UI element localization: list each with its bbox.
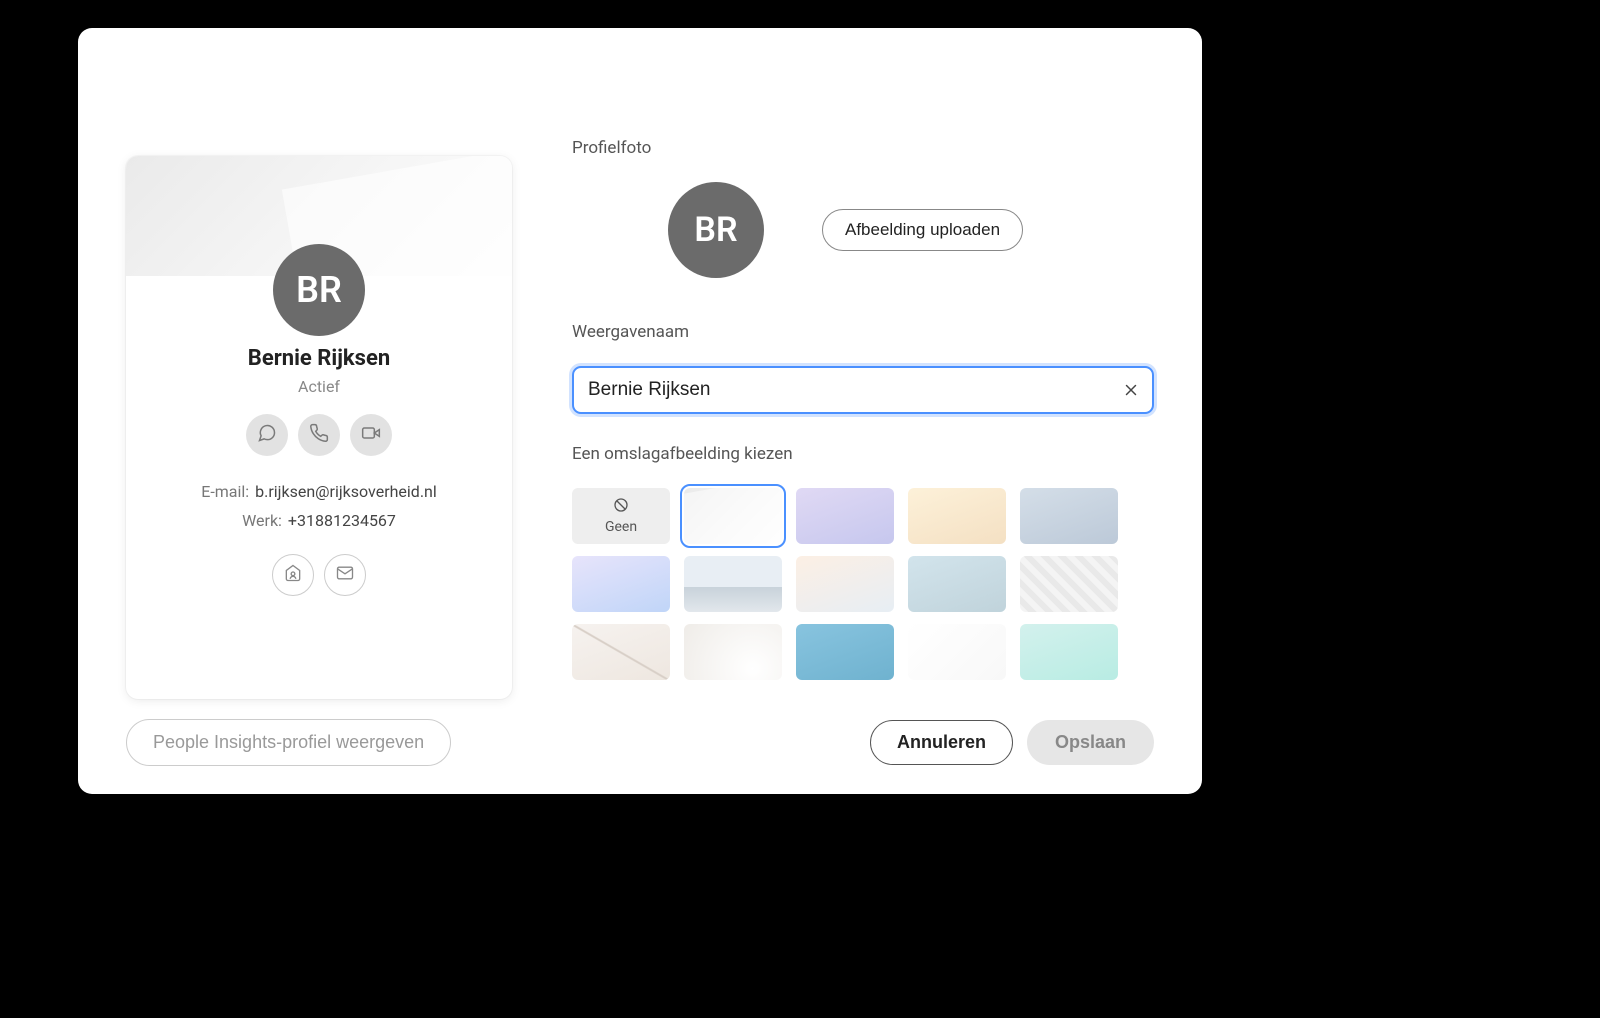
email-label: E-mail: <box>201 478 249 507</box>
clear-input-button[interactable] <box>1122 381 1140 399</box>
people-insights-button[interactable]: People Insights-profiel weergeven <box>126 719 451 766</box>
profile-preview-card: BR Bernie Rijksen Actief <box>126 156 512 699</box>
contact-info: E-mail: b.rijksen@rijksoverheid.nl Werk:… <box>126 478 512 536</box>
email-value: b.rijksen@rijksoverheid.nl <box>255 478 437 507</box>
secondary-actions <box>126 554 512 596</box>
cover-none-label: Geen <box>605 519 637 535</box>
video-icon <box>361 423 381 447</box>
profile-edit-dialog: BR Bernie Rijksen Actief <box>78 28 1202 794</box>
work-label: Werk: <box>242 507 282 536</box>
cover-option-sky[interactable] <box>572 556 670 612</box>
cover-option-sand[interactable] <box>796 556 894 612</box>
dialog-body: BR Bernie Rijksen Actief <box>78 28 1202 699</box>
cover-option-white[interactable] <box>908 624 1006 680</box>
cover-option-lilac[interactable] <box>796 488 894 544</box>
video-button[interactable] <box>350 414 392 456</box>
cover-section-label: Een omslagafbeelding kiezen <box>572 444 1154 464</box>
quick-actions <box>126 414 512 456</box>
call-button[interactable] <box>298 414 340 456</box>
cover-option-dune[interactable] <box>684 624 782 680</box>
save-button[interactable]: Opslaan <box>1027 720 1154 765</box>
no-symbol-icon <box>613 497 629 517</box>
display-name-label: Weergavenaam <box>572 322 1154 342</box>
cancel-button[interactable]: Annuleren <box>870 720 1013 765</box>
cover-option-aerial[interactable] <box>908 556 1006 612</box>
photo-row: BR Afbeelding uploaden <box>572 182 1154 278</box>
dialog-footer: People Insights-profiel weergeven Annule… <box>78 699 1202 794</box>
contact-card-button[interactable] <box>272 554 314 596</box>
cover-grid: Geen <box>572 488 1154 680</box>
profile-photo-label: Profielfoto <box>572 138 1154 158</box>
display-name-field-wrap <box>572 366 1154 414</box>
cover-option-lines[interactable] <box>572 624 670 680</box>
cover-option-default[interactable] <box>684 488 782 544</box>
cover-option-peach[interactable] <box>908 488 1006 544</box>
work-phone-value: +31881234567 <box>288 507 396 536</box>
cover-option-architecture[interactable] <box>1020 556 1118 612</box>
phone-icon <box>309 423 329 447</box>
chat-icon <box>257 423 277 447</box>
user-status: Actief <box>126 377 512 396</box>
edit-panel: Profielfoto BR Afbeelding uploaden Weerg… <box>572 128 1154 699</box>
cover-option-mountain[interactable] <box>684 556 782 612</box>
email-button[interactable] <box>324 554 366 596</box>
close-icon <box>1122 384 1140 403</box>
cover-option-water[interactable] <box>796 624 894 680</box>
chat-button[interactable] <box>246 414 288 456</box>
mail-icon <box>335 563 355 587</box>
avatar-preview: BR <box>668 182 764 278</box>
user-name: Bernie Rijksen <box>126 346 512 371</box>
cover-option-none[interactable]: Geen <box>572 488 670 544</box>
contact-card-icon <box>283 563 303 587</box>
avatar: BR <box>273 244 365 336</box>
cover-option-slate[interactable] <box>1020 488 1118 544</box>
cover-option-mint[interactable] <box>1020 624 1118 680</box>
display-name-input[interactable] <box>572 366 1154 414</box>
upload-image-button[interactable]: Afbeelding uploaden <box>822 209 1023 251</box>
